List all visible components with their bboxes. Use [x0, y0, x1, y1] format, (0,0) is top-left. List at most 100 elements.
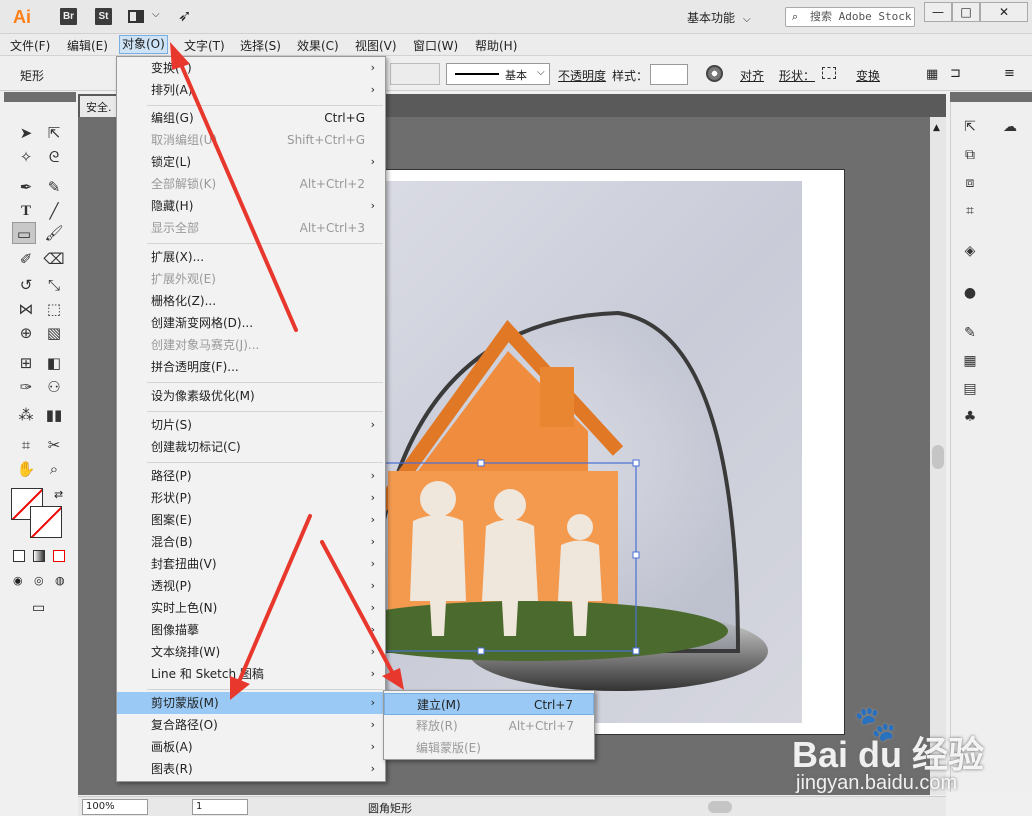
eyedropper-icon[interactable]: ✑: [14, 376, 38, 398]
scroll-up-icon[interactable]: ▲: [933, 123, 940, 133]
draw-behind-icon[interactable]: ◎: [34, 574, 44, 587]
status-tool-name[interactable]: 圆角矩形: [368, 800, 412, 816]
menu-item-line-sketch[interactable]: Line 和 Sketch 图稿 ›: [117, 663, 385, 685]
menu-item-text-wrap[interactable]: 文本绕排(W) ›: [117, 641, 385, 663]
vertical-scrollbar[interactable]: ▲: [930, 117, 946, 795]
screen-mode-icon[interactable]: ▭: [32, 600, 45, 616]
workspace-switcher[interactable]: 基本功能 ⌵: [687, 9, 751, 26]
pen-tool-icon[interactable]: ✒: [14, 176, 38, 198]
menu-view[interactable]: 视图(V): [355, 37, 397, 54]
shaper-tool-icon[interactable]: ✐: [14, 248, 38, 270]
shape-label[interactable]: 形状：: [779, 67, 815, 84]
gpu-rocket-icon[interactable]: ➶: [178, 6, 191, 25]
menu-item-transform[interactable]: 变换(T) ›: [117, 57, 385, 79]
color-mode-icon[interactable]: [13, 550, 25, 562]
zoom-select[interactable]: 100%: [82, 799, 148, 815]
shape-builder-icon[interactable]: ⊕: [14, 322, 38, 344]
artboard-tool-icon[interactable]: ⌗: [14, 434, 38, 456]
menu-item-flatten-transparency[interactable]: 拼合透明度(F)...: [117, 356, 385, 378]
menu-item-graph[interactable]: 图表(R) ›: [117, 758, 385, 780]
fill-swatch[interactable]: [390, 63, 440, 85]
menu-item-image-trace[interactable]: 图像描摹 ›: [117, 619, 385, 641]
hand-tool-icon[interactable]: ✋: [14, 458, 38, 480]
width-tool-icon[interactable]: ⋈: [14, 298, 38, 320]
menu-item-slice[interactable]: 切片(S) ›: [117, 414, 385, 436]
menu-item-lock[interactable]: 锁定(L) ›: [117, 151, 385, 173]
stroke-color-icon[interactable]: [30, 506, 62, 538]
swap-colors-icon[interactable]: ⇄: [54, 488, 63, 501]
menu-item-envelope-distort[interactable]: 封套扭曲(V) ›: [117, 553, 385, 575]
magic-wand-icon[interactable]: ✧: [14, 146, 38, 168]
stock-button[interactable]: St: [95, 8, 112, 25]
type-tool-icon[interactable]: T: [14, 200, 38, 222]
chevron-down-icon[interactable]: ⌵: [152, 9, 160, 20]
menu-item-gradient-mesh[interactable]: 创建渐变网格(D)...: [117, 312, 385, 334]
symbol-sprayer-icon[interactable]: ⁂: [14, 404, 38, 426]
submenu-item-make[interactable]: 建立(M) Ctrl+7: [384, 693, 594, 715]
menu-effect[interactable]: 效果(C): [297, 37, 339, 54]
gradient-mode-icon[interactable]: [33, 550, 45, 562]
menu-item-rasterize[interactable]: 栅格化(Z)...: [117, 290, 385, 312]
menu-type[interactable]: 文字(T): [184, 37, 225, 54]
scroll-thumb[interactable]: [932, 445, 944, 469]
isolate-icon[interactable]: ⊐: [950, 66, 961, 81]
menu-item-shape[interactable]: 形状(P) ›: [117, 487, 385, 509]
paintbrush-icon[interactable]: 🖌: [42, 222, 66, 244]
brushes-icon[interactable]: ✎: [959, 322, 981, 344]
menu-item-compound-path[interactable]: 复合路径(O) ›: [117, 714, 385, 736]
menu-window[interactable]: 窗口(W): [413, 37, 458, 54]
menu-item-live-paint[interactable]: 实时上色(N) ›: [117, 597, 385, 619]
menu-item-path[interactable]: 路径(P) ›: [117, 465, 385, 487]
style-swatch[interactable]: [650, 64, 688, 85]
none-mode-icon[interactable]: [53, 550, 65, 562]
rectangle-tool-icon[interactable]: ▭: [12, 222, 36, 244]
menu-object[interactable]: 对象(O): [119, 35, 168, 54]
bridge-button[interactable]: Br: [60, 8, 77, 25]
menu-edit[interactable]: 编辑(E): [67, 37, 108, 54]
arrange-documents-icon[interactable]: [128, 10, 144, 23]
export-icon[interactable]: ⇱: [959, 116, 981, 138]
symbols-icon[interactable]: ♣: [959, 406, 981, 428]
selection-tool-icon[interactable]: ➤: [14, 122, 38, 144]
menu-help[interactable]: 帮助(H): [475, 37, 517, 54]
column-graph-icon[interactable]: ▮▮: [42, 404, 66, 426]
hscroll-thumb[interactable]: [708, 801, 732, 813]
panel-menu-icon[interactable]: ≡: [1004, 66, 1015, 81]
right-panel-header[interactable]: [950, 92, 1032, 102]
asset-export-icon[interactable]: ⧈: [959, 172, 981, 194]
swatches-icon[interactable]: ▦: [959, 350, 981, 372]
blend-tool-icon[interactable]: ⚇: [42, 376, 66, 398]
draw-normal-icon[interactable]: ◉: [13, 574, 23, 587]
layers-icon[interactable]: ◈: [959, 240, 981, 262]
tools-panel-header[interactable]: [4, 92, 76, 102]
gradient-tool-icon[interactable]: ◧: [42, 352, 66, 374]
draw-inside-icon[interactable]: ◍: [55, 574, 65, 587]
minimize-button[interactable]: —: [924, 2, 952, 22]
menu-item-crop-marks[interactable]: 创建裁切标记(C): [117, 436, 385, 458]
menu-item-clipping-mask[interactable]: 剪切蒙版(M) ›: [117, 692, 385, 714]
appearance-icon[interactable]: ●: [959, 282, 981, 304]
stroke-profile-select[interactable]: 基本 ⌵: [446, 63, 550, 85]
lasso-icon[interactable]: ᘓ: [42, 146, 66, 168]
mesh-tool-icon[interactable]: ⊞: [14, 352, 38, 374]
recolor-icon[interactable]: [706, 65, 723, 82]
transform-panel-icon[interactable]: ⌗: [959, 200, 981, 222]
perspective-grid-icon[interactable]: ▧: [42, 322, 66, 344]
page-select[interactable]: 1: [192, 799, 248, 815]
menu-item-arrange[interactable]: 排列(A) ›: [117, 79, 385, 101]
menu-item-hide[interactable]: 隐藏(H) ›: [117, 195, 385, 217]
opacity-label[interactable]: 不透明度: [558, 67, 606, 84]
artboards-icon[interactable]: ⧉: [959, 144, 981, 166]
menu-item-pixel-perfect[interactable]: 设为像素级优化(M): [117, 385, 385, 407]
maximize-button[interactable]: □: [952, 2, 980, 22]
menu-item-expand[interactable]: 扩展(X)...: [117, 246, 385, 268]
menu-item-blend[interactable]: 混合(B) ›: [117, 531, 385, 553]
placed-image[interactable]: [318, 181, 802, 723]
gradient-panel-icon[interactable]: ▤: [959, 378, 981, 400]
menu-item-group[interactable]: 编组(G) Ctrl+G: [117, 107, 385, 129]
grid-icon[interactable]: ▦: [926, 67, 938, 82]
menu-select[interactable]: 选择(S): [240, 37, 281, 54]
menu-item-pattern[interactable]: 图案(E) ›: [117, 509, 385, 531]
scale-tool-icon[interactable]: ⤡: [42, 274, 66, 296]
slice-tool-icon[interactable]: ✂: [42, 434, 66, 456]
